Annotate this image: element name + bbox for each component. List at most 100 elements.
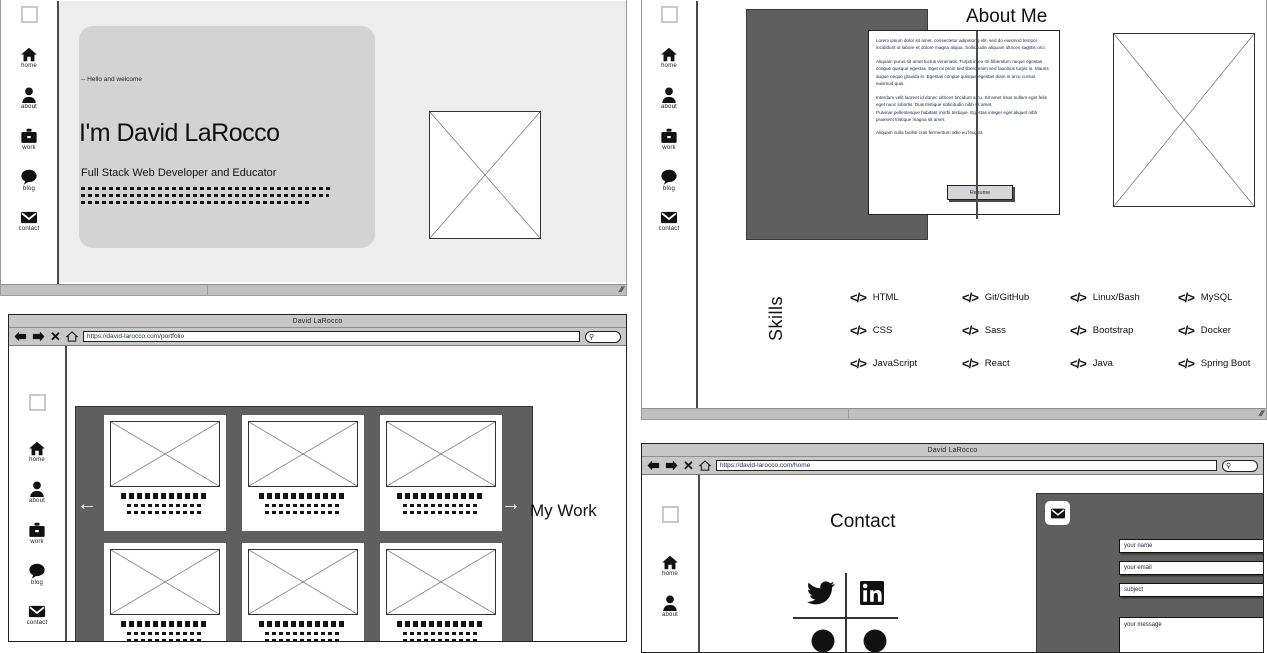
sidebar-item-blog[interactable]: blog xyxy=(20,169,38,192)
home-icon[interactable] xyxy=(698,460,711,471)
sidebar-item-blog[interactable]: blog xyxy=(28,563,46,586)
window-portfolio: David LaRocco ✕ https://david-larocco.co… xyxy=(8,314,627,642)
sidebar-item-label: work xyxy=(662,145,676,151)
forward-arrow-icon[interactable] xyxy=(32,331,45,342)
close-x-icon[interactable]: ✕ xyxy=(50,330,61,343)
window-about: home about work blog contact About Me Lo… xyxy=(641,0,1267,420)
close-x-icon[interactable]: ✕ xyxy=(683,459,694,472)
sidebar-item-home[interactable]: home xyxy=(660,47,678,69)
titlebar-portfolio: David LaRocco xyxy=(9,315,626,328)
social-icon-3[interactable] xyxy=(811,629,835,652)
hero-image-placeholder xyxy=(429,111,541,239)
hero-body-placeholder xyxy=(81,187,331,208)
sidebar-item-contact[interactable]: contact xyxy=(27,604,48,626)
sidebar-item-label: work xyxy=(30,539,44,545)
logo-square[interactable] xyxy=(20,6,38,23)
sidebar-item-label: about xyxy=(20,104,37,110)
back-arrow-icon[interactable] xyxy=(647,460,660,471)
card-text xyxy=(110,493,220,514)
about-content: About Me Lorem ipsum dolor sit amet, con… xyxy=(698,1,1266,406)
subject-field[interactable]: subject xyxy=(1119,583,1263,597)
skills-label: Skills xyxy=(766,296,786,342)
skill-label: Docker xyxy=(1200,325,1231,336)
social-grid-hline xyxy=(793,617,898,619)
sidebar-item-label: blog xyxy=(662,186,676,192)
portfolio-card[interactable] xyxy=(380,543,502,641)
hero-kicker: -- Hello and welcome xyxy=(81,76,143,83)
sidebar-item-work[interactable]: work xyxy=(660,128,678,151)
sidebar-item-label: contact xyxy=(658,226,680,232)
sidebar-item-label: about xyxy=(28,498,45,504)
window-title: David LaRocco xyxy=(292,317,343,325)
portfolio-viewport: home about work blog contact ← → My Work xyxy=(9,346,626,641)
sidebar-nav: home about work blog contact xyxy=(19,47,40,232)
code-icon: </> xyxy=(962,290,979,305)
card-text xyxy=(110,621,220,641)
url-input[interactable]: https://david-larocco.com/home xyxy=(715,460,1217,471)
skill-item: </> Bootstrap xyxy=(1070,314,1178,347)
skill-item: </> CSS xyxy=(850,314,962,347)
portfolio-card[interactable] xyxy=(380,415,502,531)
portfolio-card[interactable] xyxy=(242,543,364,641)
resume-button[interactable]: Resume xyxy=(947,185,1013,200)
code-icon: </> xyxy=(1178,356,1195,371)
resize-grip-icon[interactable]: /// xyxy=(1258,409,1265,418)
sidebar-item-about[interactable]: about xyxy=(661,595,679,618)
sidebar-item-about[interactable]: about xyxy=(20,87,38,110)
social-icon-4[interactable] xyxy=(863,629,887,652)
url-input[interactable]: https://david-larocco.com/portfolio xyxy=(82,331,580,342)
sidebar-item-home[interactable]: home xyxy=(28,441,46,463)
envelope-icon xyxy=(1045,501,1070,525)
briefcase-icon xyxy=(20,128,38,144)
skill-label: JavaScript xyxy=(872,358,918,369)
search-input[interactable]: ⚲ xyxy=(585,330,621,343)
carousel-next-button[interactable]: → xyxy=(501,494,521,514)
sidebar-item-about[interactable]: about xyxy=(28,481,46,504)
sidebar-contact: home about xyxy=(642,475,700,652)
search-input[interactable]: ⚲ xyxy=(1222,459,1258,472)
hero-section: -- Hello and welcome I'm David LaRocco F… xyxy=(59,1,626,282)
skill-label: Bootstrap xyxy=(1092,325,1134,336)
twitter-icon[interactable] xyxy=(807,581,835,605)
portfolio-card[interactable] xyxy=(104,415,226,531)
about-paragraph: Lorem ipsum dolor sit amet, consectetur … xyxy=(876,38,1046,51)
sidebar-item-home[interactable]: home xyxy=(20,47,38,69)
home-icon[interactable] xyxy=(65,331,78,342)
sidebar-item-home[interactable]: home xyxy=(661,555,679,577)
sidebar-item-label: home xyxy=(662,571,678,577)
email-field[interactable]: your email xyxy=(1119,561,1263,575)
logo-square[interactable] xyxy=(660,6,678,23)
portfolio-card[interactable] xyxy=(104,543,226,641)
sidebar-item-label: blog xyxy=(22,186,36,192)
skill-item: </> MySQL xyxy=(1178,281,1267,314)
sidebar-portfolio: home about work blog contact xyxy=(9,346,67,641)
sidebar-item-work[interactable]: work xyxy=(28,522,46,545)
linkedin-icon[interactable] xyxy=(860,581,884,605)
social-links-grid xyxy=(793,573,898,652)
about-image-placeholder xyxy=(1113,33,1255,207)
logo-square[interactable] xyxy=(661,506,679,523)
sidebar-item-label: contact xyxy=(26,620,48,626)
url-text: https://david-larocco.com/home xyxy=(719,462,811,469)
sidebar-item-contact[interactable]: contact xyxy=(659,210,680,232)
carousel-prev-button[interactable]: ← xyxy=(77,494,97,514)
back-arrow-icon[interactable] xyxy=(14,331,27,342)
sidebar-item-work[interactable]: work xyxy=(20,128,38,151)
envelope-icon xyxy=(660,210,678,225)
forward-arrow-icon[interactable] xyxy=(665,460,678,471)
portfolio-card[interactable] xyxy=(242,415,364,531)
card-text xyxy=(386,621,496,641)
name-field[interactable]: your name xyxy=(1119,539,1263,553)
message-field[interactable]: your message xyxy=(1119,617,1263,652)
search-icon: ⚲ xyxy=(589,333,595,341)
code-icon: </> xyxy=(850,356,867,371)
card-image-placeholder xyxy=(386,549,496,615)
sidebar-nav: home about xyxy=(661,555,679,618)
card-text xyxy=(386,493,496,514)
field-placeholder: your message xyxy=(1124,622,1162,628)
sidebar-item-about[interactable]: about xyxy=(660,87,678,110)
sidebar-item-blog[interactable]: blog xyxy=(660,169,678,192)
sidebar-item-contact[interactable]: contact xyxy=(19,210,40,232)
resize-grip-icon[interactable]: /// xyxy=(618,285,625,294)
logo-square[interactable] xyxy=(28,394,46,411)
